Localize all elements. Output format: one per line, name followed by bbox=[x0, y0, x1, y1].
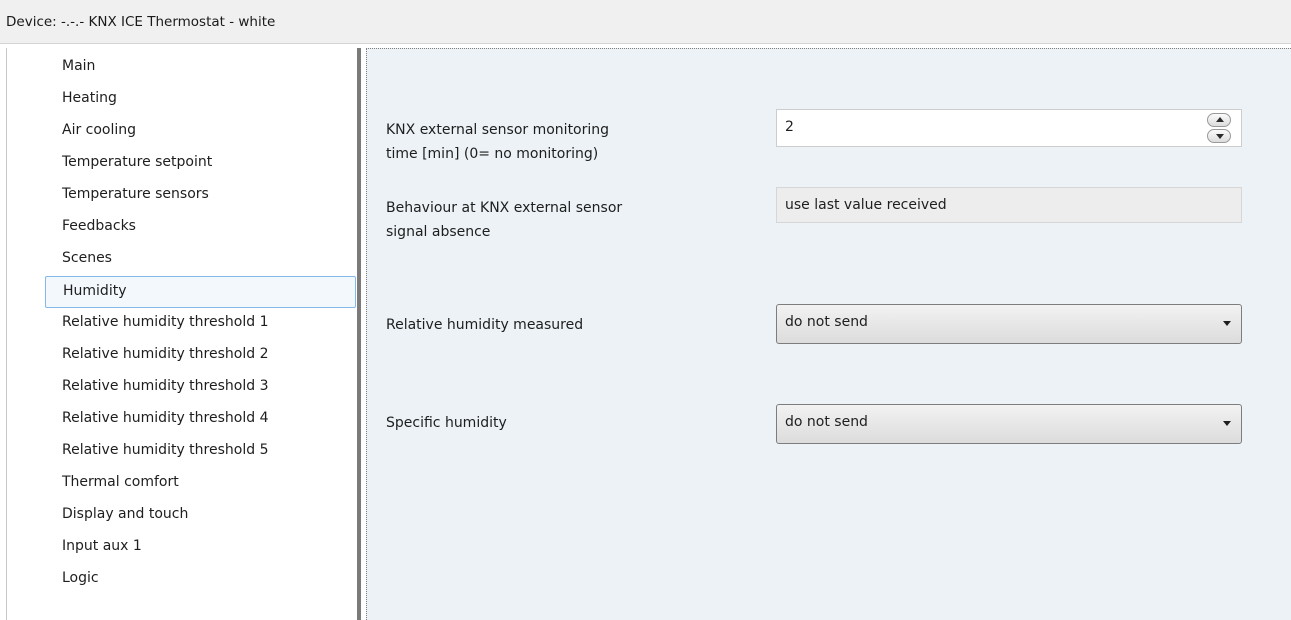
rh-measured-value[interactable]: do not send bbox=[785, 314, 868, 330]
sidebar-item-rh-threshold-2[interactable]: Relative humidity threshold 2 bbox=[7, 340, 356, 372]
rh-measured-dropdown[interactable]: do not send bbox=[776, 304, 1242, 344]
parameter-panel: KNX external sensor monitoring time [min… bbox=[366, 48, 1291, 620]
sidebar-item-logic[interactable]: Logic bbox=[7, 564, 356, 596]
sidebar-item-rh-threshold-5[interactable]: Relative humidity threshold 5 bbox=[7, 436, 356, 468]
monitoring-time-spinbox[interactable]: 2 bbox=[776, 109, 1242, 147]
behaviour-label-line2: signal absence bbox=[386, 224, 491, 240]
monitoring-time-label: KNX external sensor monitoring time [min… bbox=[386, 118, 706, 166]
sidebar-item-rh-threshold-4[interactable]: Relative humidity threshold 4 bbox=[7, 404, 356, 436]
spin-buttons bbox=[1207, 113, 1231, 143]
sidebar-item-heating[interactable]: Heating bbox=[7, 84, 356, 116]
sidebar-item-rh-threshold-1[interactable]: Relative humidity threshold 1 bbox=[7, 308, 356, 340]
behaviour-value: use last value received bbox=[785, 197, 947, 213]
sidebar-item-humidity[interactable]: Humidity bbox=[45, 276, 356, 308]
monitoring-time-value[interactable]: 2 bbox=[785, 119, 794, 135]
rh-measured-label: Relative humidity measured bbox=[386, 317, 584, 333]
specific-humidity-value[interactable]: do not send bbox=[785, 414, 868, 430]
sidebar-item-feedbacks[interactable]: Feedbacks bbox=[7, 212, 356, 244]
behaviour-field: use last value received bbox=[776, 187, 1242, 223]
specific-humidity-dropdown[interactable]: do not send bbox=[776, 404, 1242, 444]
sidebar-item-rh-threshold-3[interactable]: Relative humidity threshold 3 bbox=[7, 372, 356, 404]
chevron-down-icon[interactable] bbox=[1223, 421, 1231, 426]
sidebar-item-scenes[interactable]: Scenes bbox=[7, 244, 356, 276]
sidebar-item-temperature-sensors[interactable]: Temperature sensors bbox=[7, 180, 356, 212]
behaviour-label: Behaviour at KNX external sensor signal … bbox=[386, 196, 706, 244]
behaviour-label-line1: Behaviour at KNX external sensor bbox=[386, 200, 623, 216]
monitoring-time-label-line1: KNX external sensor monitoring bbox=[386, 122, 610, 138]
sidebar-item-temperature-setpoint[interactable]: Temperature setpoint bbox=[7, 148, 356, 180]
sidebar-item-display-and-touch[interactable]: Display and touch bbox=[7, 500, 356, 532]
chevron-down-icon[interactable] bbox=[1223, 321, 1231, 326]
sidebar-item-input-aux-1[interactable]: Input aux 1 bbox=[7, 532, 356, 564]
sidebar-item-thermal-comfort[interactable]: Thermal comfort bbox=[7, 468, 356, 500]
monitoring-time-label-line2: time [min] (0= no monitoring) bbox=[386, 146, 599, 162]
sidebar-item-main[interactable]: Main bbox=[7, 52, 356, 84]
sidebar-item-air-cooling[interactable]: Air cooling bbox=[7, 116, 356, 148]
window-title: Device: -.-.- KNX ICE Thermostat - white bbox=[0, 0, 1291, 44]
spin-up-icon[interactable] bbox=[1207, 113, 1231, 127]
spin-down-icon[interactable] bbox=[1207, 129, 1231, 143]
panel-splitter-gap bbox=[362, 48, 365, 620]
panel-splitter[interactable] bbox=[357, 48, 361, 620]
specific-humidity-label: Specific humidity bbox=[386, 415, 507, 431]
parameter-sidebar: Main Heating Air cooling Temperature set… bbox=[6, 48, 356, 620]
